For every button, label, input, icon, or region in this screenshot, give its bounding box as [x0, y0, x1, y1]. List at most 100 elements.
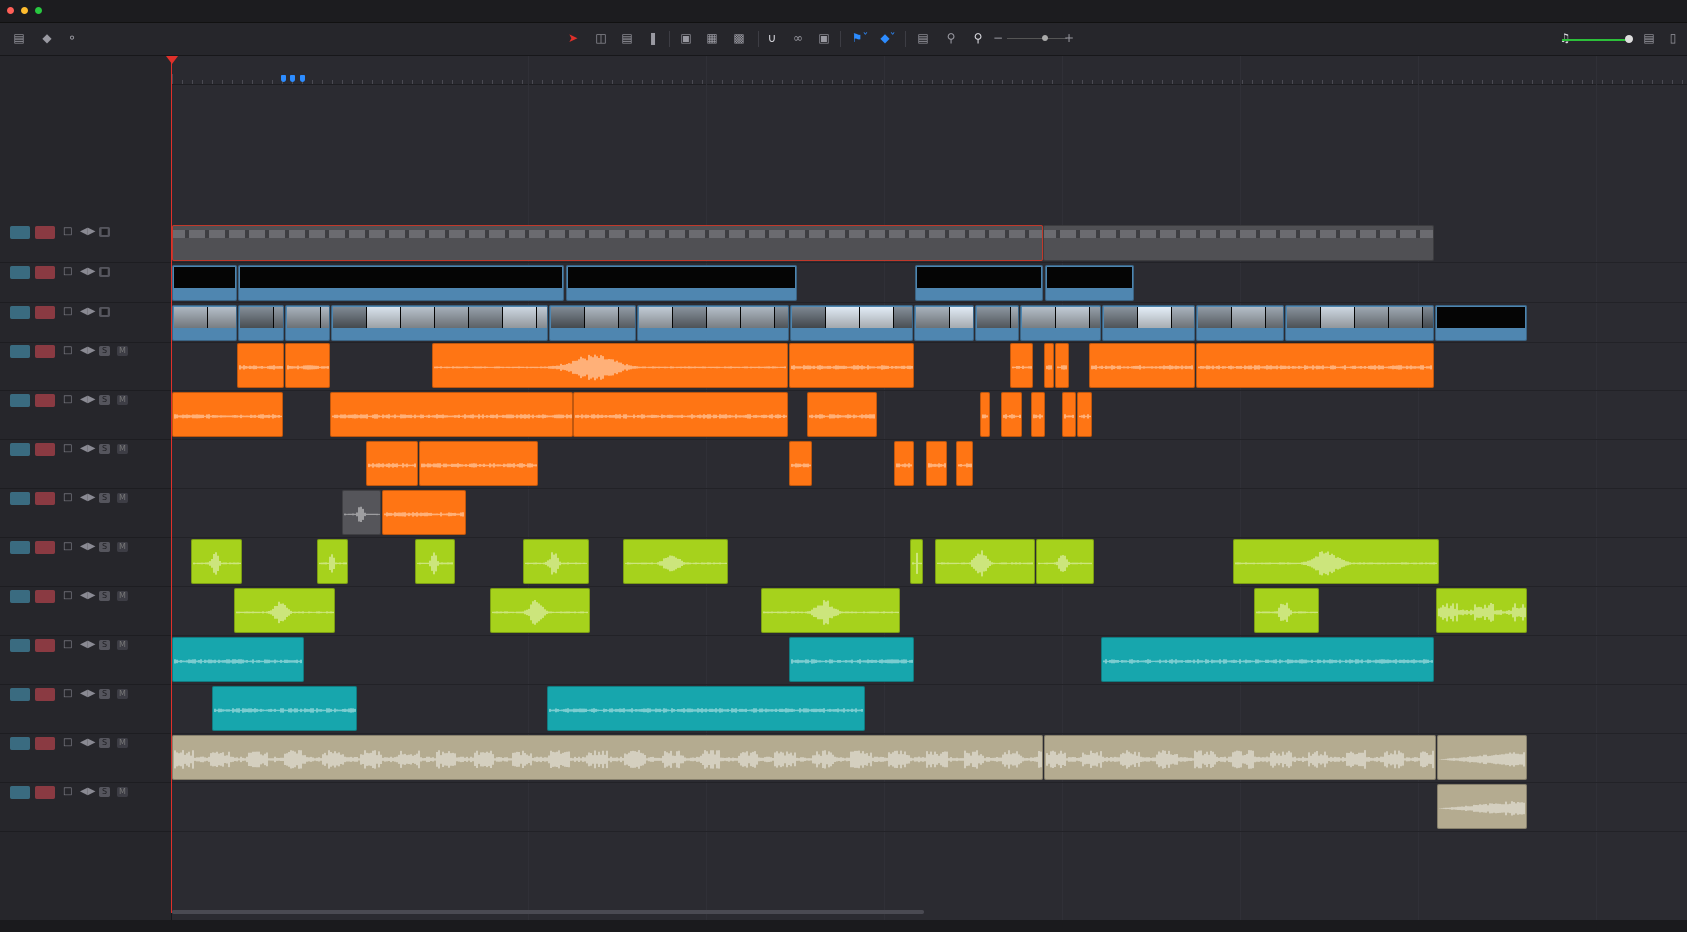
audio-clip[interactable]	[1031, 392, 1045, 437]
auto-select-icon[interactable]: ◀▶	[80, 442, 95, 456]
track-record-button[interactable]	[35, 492, 55, 505]
snapping-icon[interactable]: ∪	[764, 30, 780, 46]
mute-button[interactable]: M	[117, 787, 128, 797]
video-clip[interactable]	[285, 305, 330, 341]
track-header-a2[interactable]: □ ◀▶ S M	[0, 390, 171, 440]
zoom-plus-icon[interactable]: +	[1064, 30, 1074, 46]
mute-button[interactable]: M	[117, 395, 128, 405]
track-enable-button[interactable]	[10, 394, 30, 407]
audio-clip[interactable]	[330, 392, 573, 437]
audio-clip[interactable]	[1437, 735, 1527, 780]
lock-icon[interactable]: □	[63, 225, 72, 239]
track-output-icon[interactable]: ■	[99, 267, 110, 277]
auto-select-icon[interactable]: ◀▶	[80, 687, 95, 701]
trim-edit-icon[interactable]: ◫	[591, 30, 611, 46]
timeline-marker[interactable]	[290, 75, 295, 82]
auto-select-icon[interactable]: ◀▶	[80, 491, 95, 505]
audio-clip[interactable]	[1196, 343, 1434, 388]
replace-clip-icon[interactable]: ▩	[728, 30, 750, 46]
lock-icon[interactable]: □	[63, 442, 72, 456]
track-header-v4[interactable]: □ ◀▶ ■	[0, 222, 171, 263]
track-enable-button[interactable]	[10, 688, 30, 701]
video-clip[interactable]	[238, 265, 564, 301]
track-enable-button[interactable]	[10, 345, 30, 358]
track-header-a7[interactable]: □ ◀▶ S M	[0, 635, 171, 685]
auto-select-icon[interactable]: ◀▶	[80, 736, 95, 750]
audio-clip[interactable]	[1101, 637, 1434, 682]
auto-select-icon[interactable]: ◀▶	[80, 589, 95, 603]
zoom-window-button[interactable]	[35, 7, 42, 14]
mute-button[interactable]: M	[117, 346, 128, 356]
mute-button[interactable]: M	[117, 493, 128, 503]
video-clip[interactable]	[238, 305, 284, 341]
timecode-ruler[interactable]	[172, 56, 1687, 85]
video-clip[interactable]	[549, 305, 636, 341]
lock-icon[interactable]: □	[63, 344, 72, 358]
track-header-a10[interactable]: □ ◀▶ S M	[0, 782, 171, 832]
audio-clip[interactable]	[1036, 539, 1094, 584]
track-record-button[interactable]	[35, 737, 55, 750]
video-clip[interactable]	[1435, 305, 1527, 341]
zoom-slider-track[interactable]	[1007, 38, 1067, 39]
track-header-v2[interactable]: □ ◀▶ ■	[0, 302, 171, 343]
zoom-minus-icon[interactable]: −	[993, 30, 1003, 46]
playhead-line[interactable]	[171, 58, 172, 913]
audio-clip[interactable]	[761, 588, 900, 633]
track-header-a9[interactable]: □ ◀▶ S M	[0, 733, 171, 783]
track-record-button[interactable]	[35, 306, 55, 319]
speaker-icon[interactable]: ♫	[1558, 30, 1572, 46]
audio-clip[interactable]	[1233, 539, 1439, 584]
audio-clip[interactable]	[237, 343, 284, 388]
audio-clip[interactable]	[172, 637, 304, 682]
timeline-marker[interactable]	[281, 75, 286, 82]
track-record-button[interactable]	[35, 226, 55, 239]
track-enable-button[interactable]	[10, 786, 30, 799]
lock-icon[interactable]: □	[63, 305, 72, 319]
video-clip[interactable]	[1196, 305, 1284, 341]
solo-button[interactable]: S	[99, 493, 110, 503]
mixer-icon[interactable]: ▤	[1638, 30, 1660, 46]
audio-clip[interactable]	[432, 343, 788, 388]
track-header-a8[interactable]: □ ◀▶ S M	[0, 684, 171, 734]
track-enable-button[interactable]	[10, 590, 30, 603]
solo-button[interactable]: S	[99, 395, 110, 405]
zoom-detail-icon[interactable]: ⚲	[941, 30, 961, 46]
track-output-icon[interactable]: ■	[99, 307, 110, 317]
audio-clip[interactable]	[956, 441, 973, 486]
audio-clip[interactable]	[807, 392, 877, 437]
track-header-a3[interactable]: □ ◀▶ S M	[0, 439, 171, 489]
track-record-button[interactable]	[35, 443, 55, 456]
minimize-window-button[interactable]	[21, 7, 28, 14]
volume-slider-track[interactable]	[1562, 39, 1628, 41]
track-enable-button[interactable]	[10, 492, 30, 505]
solo-button[interactable]: S	[99, 444, 110, 454]
track-record-button[interactable]	[35, 639, 55, 652]
auto-select-icon[interactable]: ◀▶	[80, 393, 95, 407]
lock-icon[interactable]: □	[63, 393, 72, 407]
video-clip[interactable]	[172, 265, 237, 301]
timeline-view-options-icon[interactable]: ▤	[10, 30, 28, 46]
lock-icon[interactable]: □	[63, 540, 72, 554]
auto-select-icon[interactable]: ◀▶	[80, 265, 95, 279]
audio-clip[interactable]	[789, 441, 812, 486]
audio-clip[interactable]	[1044, 735, 1436, 780]
track-record-button[interactable]	[35, 786, 55, 799]
audio-clip[interactable]	[1044, 343, 1054, 388]
panel-toggle-icon[interactable]: ▯	[1668, 30, 1678, 46]
solo-button[interactable]: S	[99, 738, 110, 748]
track-enable-button[interactable]	[10, 226, 30, 239]
audio-clip[interactable]	[415, 539, 455, 584]
marker-icon[interactable]: ◆ˇ	[877, 30, 899, 46]
video-clip[interactable]	[914, 305, 974, 341]
track-enable-button[interactable]	[10, 541, 30, 554]
track-header-a6[interactable]: □ ◀▶ S M	[0, 586, 171, 636]
audio-clip[interactable]	[926, 441, 947, 486]
audio-clip[interactable]	[910, 539, 923, 584]
adjustment-clip[interactable]	[172, 225, 1043, 261]
solo-button[interactable]: S	[99, 591, 110, 601]
audio-clip[interactable]	[234, 588, 335, 633]
audio-clip[interactable]	[490, 588, 590, 633]
lock-icon[interactable]: □	[63, 638, 72, 652]
zoom-slider-handle[interactable]	[1042, 35, 1048, 41]
selection-arrow-icon[interactable]: ➤	[566, 30, 580, 46]
